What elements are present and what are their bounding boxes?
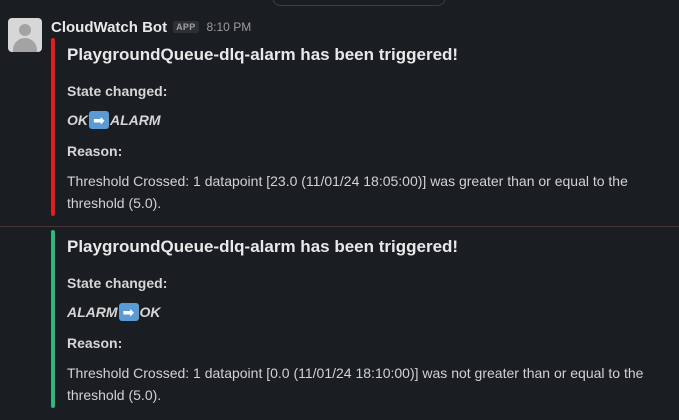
attachment-color-bar [51,230,55,408]
attachment-alarm: PlaygroundQueue-dlq-alarm has been trigg… [51,38,661,216]
state-changed-label: State changed: [67,275,168,291]
state-from: ALARM [67,304,118,320]
new-messages-pill[interactable] [272,0,446,6]
state-to: ALARM [110,112,161,128]
message-divider [0,226,679,227]
attachment-title: PlaygroundQueue-dlq-alarm has been trigg… [67,45,459,64]
state-transition: ALARM ➡ OK [67,303,161,321]
attachment-color-bar [51,38,55,216]
avatar[interactable] [8,18,42,52]
reason-text: Threshold Crossed: 1 datapoint [0.0 (11/… [67,365,644,403]
message-header: CloudWatch Bot APP 8:10 PM [51,18,251,36]
attachment-title: PlaygroundQueue-dlq-alarm has been trigg… [67,237,459,256]
reason-label: Reason: [67,143,123,159]
message-timestamp[interactable]: 8:10 PM [207,20,252,34]
app-badge: APP [173,21,199,33]
attachment-ok: PlaygroundQueue-dlq-alarm has been trigg… [51,230,661,408]
avatar-body-shape [13,38,37,52]
right-arrow-icon: ➡ [89,111,109,129]
state-to: OK [139,304,161,320]
bot-name[interactable]: CloudWatch Bot [51,19,167,36]
slack-message-view: CloudWatch Bot APP 8:10 PM PlaygroundQue… [0,0,679,420]
avatar-head-shape [19,24,31,36]
reason-label: Reason: [67,335,123,351]
state-changed-label: State changed: [67,83,168,99]
reason-text: Threshold Crossed: 1 datapoint [23.0 (11… [67,173,628,211]
state-transition: OK ➡ ALARM [67,111,161,129]
state-from: OK [67,112,88,128]
right-arrow-icon: ➡ [118,303,139,321]
